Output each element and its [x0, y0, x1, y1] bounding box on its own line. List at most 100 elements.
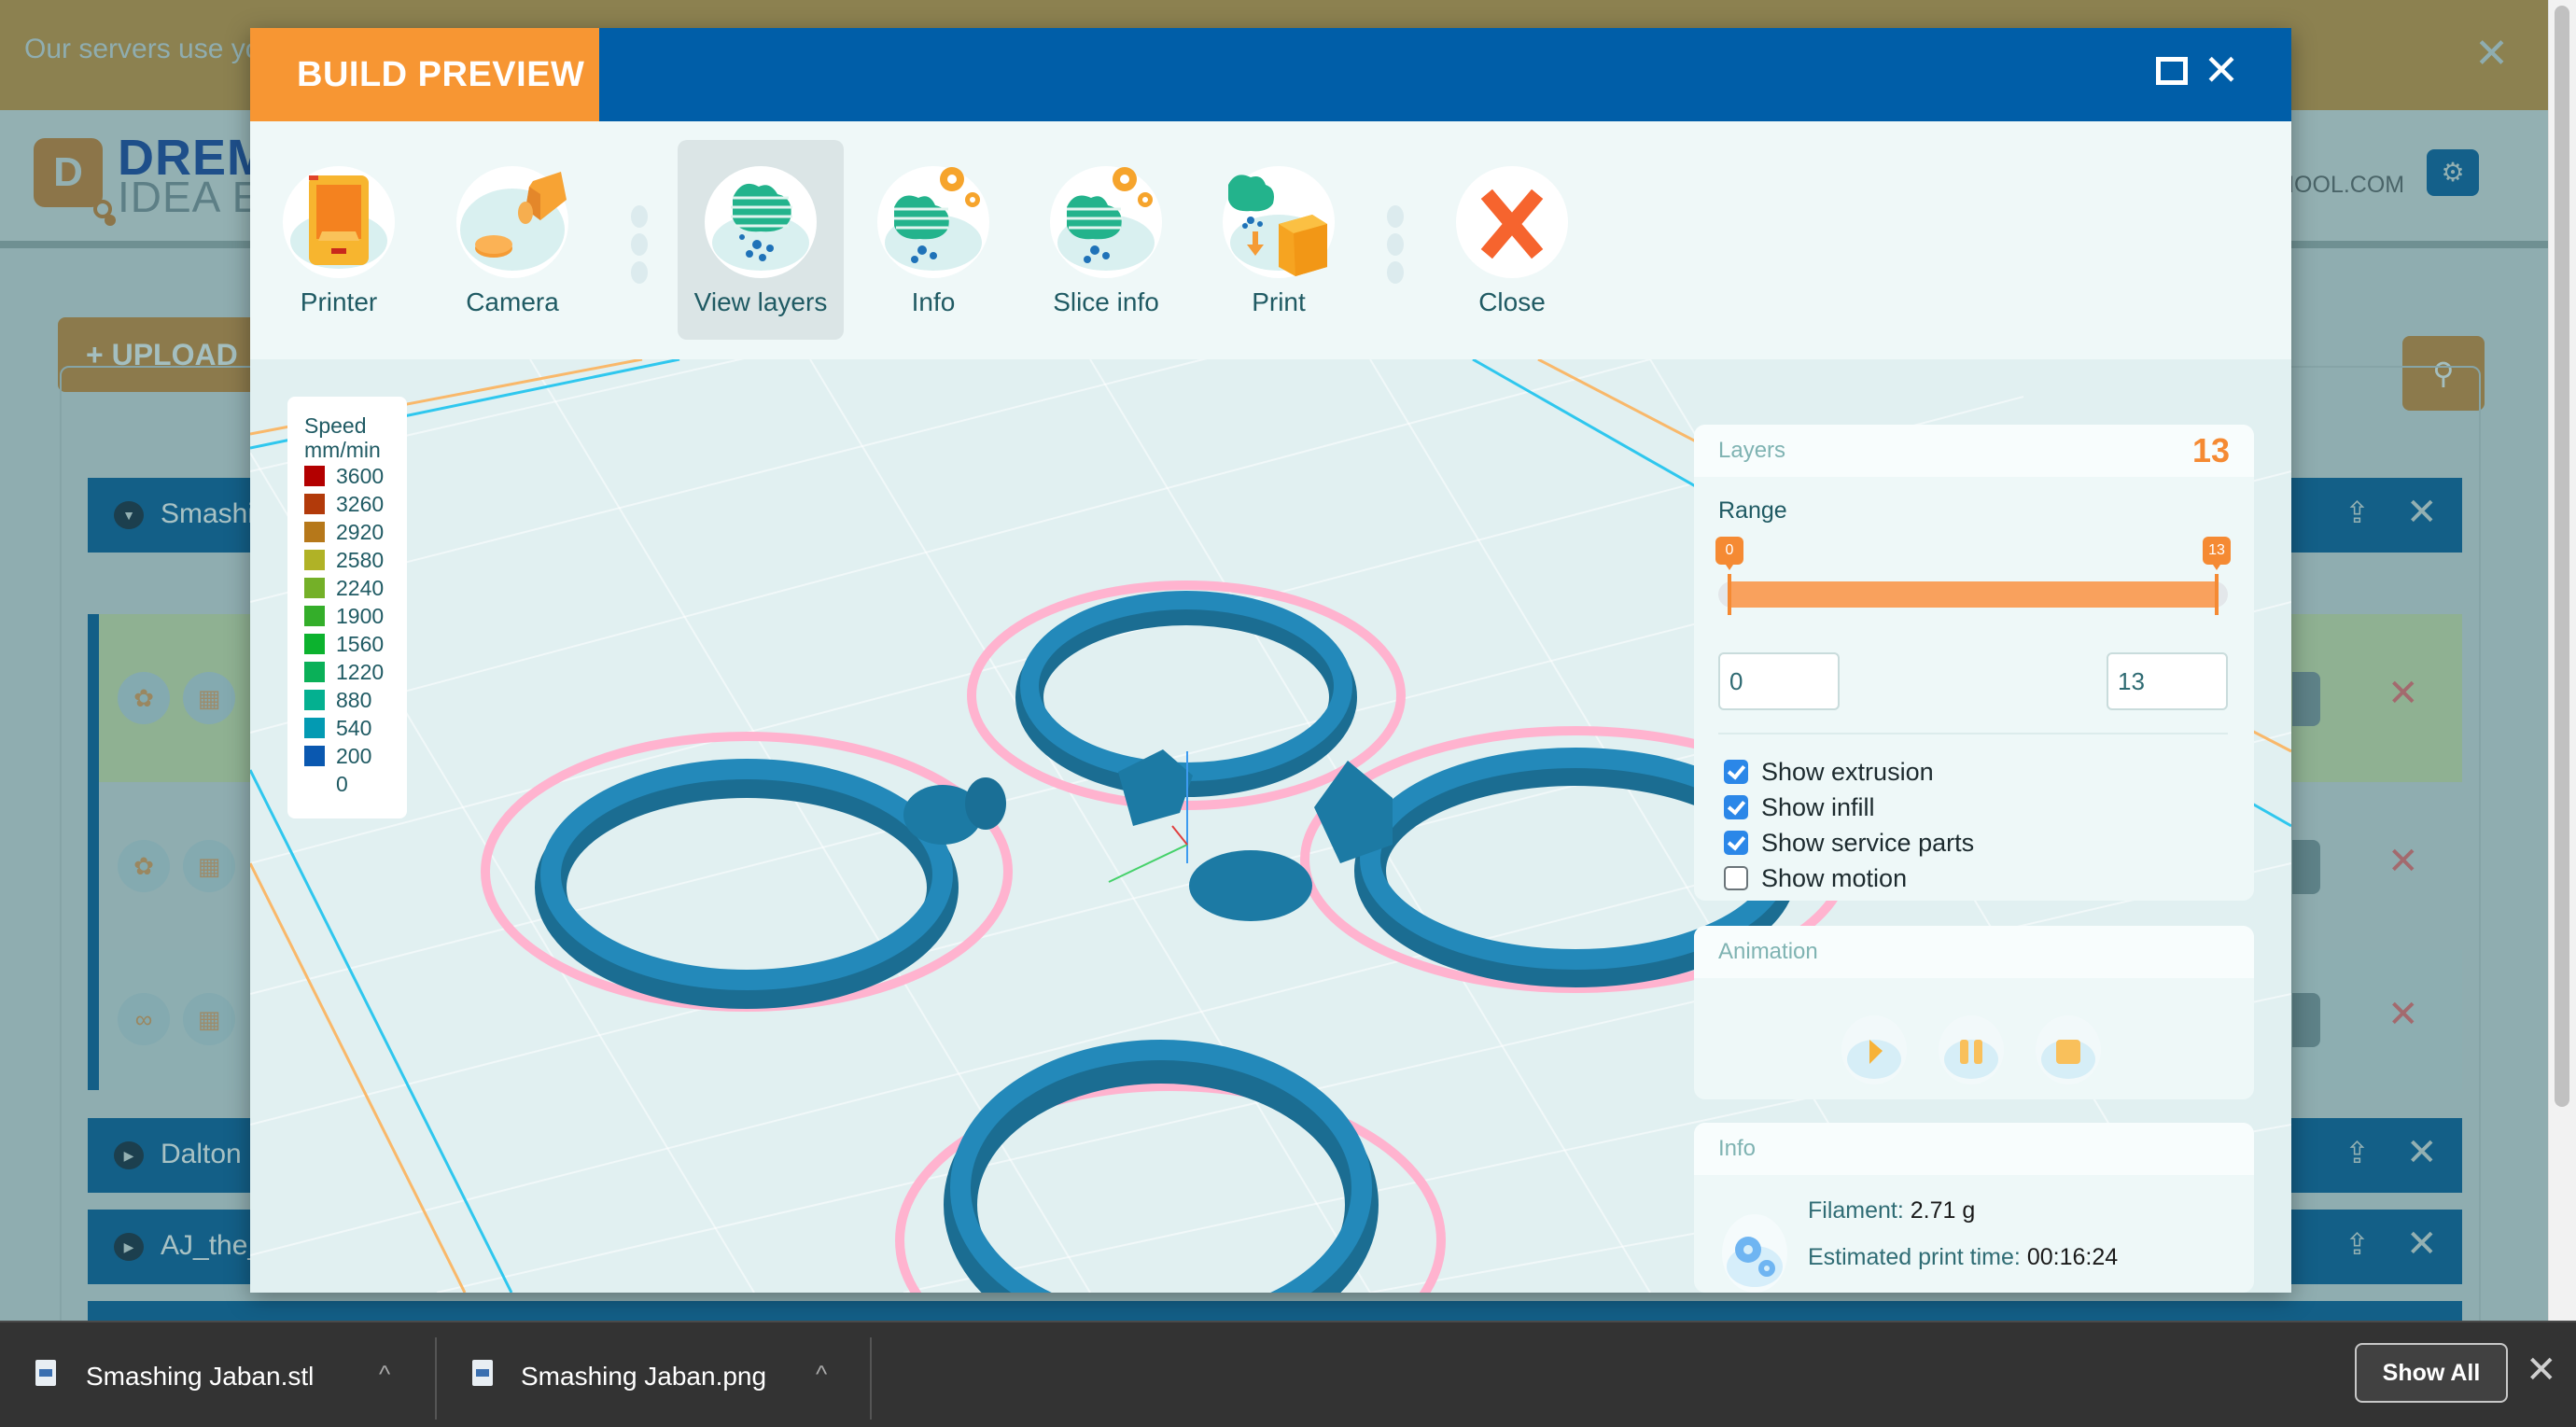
legend-swatch: [304, 466, 325, 486]
legend-value: 880: [336, 687, 372, 712]
layers-panel-header: Layers 13: [1694, 425, 2254, 477]
gcode-preview-icon[interactable]: ▦: [183, 672, 235, 724]
show-infill-checkbox[interactable]: Show infill: [1724, 790, 1875, 824]
delete-file-icon[interactable]: ✕: [2387, 993, 2419, 1036]
pause-icon: [1960, 1040, 1982, 1064]
gcode-preview-icon[interactable]: ▦: [183, 993, 235, 1045]
tool-info[interactable]: Info: [850, 140, 1016, 340]
legend-entry: 3260: [304, 490, 407, 518]
download-item[interactable]: Smashing Jaban.png ^: [435, 1322, 870, 1427]
download-item[interactable]: Smashing Jaban.stl ^: [0, 1322, 435, 1427]
checkbox[interactable]: [1724, 831, 1748, 855]
page-scrollbar[interactable]: [2548, 0, 2576, 1321]
legend-value: 1220: [336, 659, 385, 684]
checkbox[interactable]: [1724, 760, 1748, 784]
upload-icon[interactable]: ⇪: [2345, 495, 2370, 530]
checkbox[interactable]: [1724, 866, 1748, 890]
file-action-button[interactable]: [2292, 840, 2320, 894]
legend-value: 2240: [336, 575, 385, 600]
gcode-preview-icon[interactable]: ▦: [183, 840, 235, 892]
delete-icon[interactable]: ✕: [2406, 491, 2438, 534]
legend-value: 3600: [336, 463, 385, 488]
model-thumbnail-icon[interactable]: ✿: [118, 672, 170, 724]
range-handle-high[interactable]: [2215, 574, 2219, 615]
modal-title: BUILD PREVIEW: [250, 28, 599, 121]
tool-print[interactable]: Print: [1196, 140, 1362, 340]
camera-icon: [456, 166, 568, 278]
checkbox-label: Show extrusion: [1761, 757, 1934, 786]
legend-entry: 880: [304, 686, 407, 714]
upload-icon[interactable]: ⇪: [2345, 1135, 2370, 1170]
maximize-icon[interactable]: [2156, 57, 2188, 85]
animation-panel-header: Animation: [1694, 926, 2254, 978]
pause-button[interactable]: [1939, 1015, 2004, 1084]
info-panel-header: Info: [1694, 1123, 2254, 1175]
legend-unit: mm/min: [304, 438, 381, 462]
file-action-button[interactable]: [2292, 672, 2320, 726]
settings-gear-icon[interactable]: ⚙: [2427, 149, 2479, 196]
filament-info: Filament: 2.71 g: [1808, 1197, 1975, 1224]
legend-entry: 540: [304, 714, 407, 742]
tool-printer[interactable]: Printer: [256, 140, 422, 340]
tool-view-layers[interactable]: View layers: [678, 140, 844, 340]
model-thumbnail-icon[interactable]: ∞: [118, 993, 170, 1045]
range-low-input[interactable]: [1718, 652, 1840, 710]
range-label: Range: [1718, 497, 1787, 524]
view-layers-icon: [705, 166, 817, 278]
divider: [870, 1337, 872, 1420]
info-title: Info: [1718, 1136, 1757, 1161]
toolbar-separator: [1387, 205, 1404, 289]
build-preview-modal: BUILD PREVIEW ✕ Printer Camera View laye…: [250, 28, 2291, 1293]
tool-label: Info: [911, 287, 956, 316]
model-thumbnail-icon[interactable]: ✿: [118, 840, 170, 892]
tool-camera[interactable]: Camera: [429, 140, 595, 340]
tool-close[interactable]: Close: [1429, 140, 1595, 340]
delete-file-icon[interactable]: ✕: [2387, 840, 2419, 883]
show-all-button[interactable]: Show All: [2355, 1343, 2508, 1403]
cookie-close-icon[interactable]: ✕: [2474, 30, 2509, 77]
show-extrusion-checkbox[interactable]: Show extrusion: [1724, 755, 1934, 789]
checkbox[interactable]: [1724, 795, 1748, 819]
show-service-parts-checkbox[interactable]: Show service parts: [1724, 826, 1974, 860]
model-rings: [535, 591, 1797, 1293]
slice-info-gears-icon: [1050, 166, 1162, 278]
chevron-up-icon[interactable]: ^: [816, 1360, 827, 1389]
chevron-right-icon[interactable]: ▶: [114, 1233, 144, 1261]
range-high-input[interactable]: [2107, 652, 2228, 710]
account-email[interactable]: HOOL.COM: [2277, 172, 2404, 199]
show-motion-checkbox[interactable]: Show motion: [1724, 861, 1907, 895]
checkbox-label: Show service parts: [1761, 828, 1975, 857]
filament-label: Filament:: [1808, 1197, 1904, 1224]
legend-entry: 1900: [304, 602, 407, 630]
chevron-down-icon[interactable]: ▼: [114, 501, 144, 529]
upload-icon[interactable]: ⇪: [2345, 1226, 2370, 1262]
legend-swatch: [304, 774, 325, 794]
cookie-banner-text: Our servers use yo: [24, 34, 261, 64]
delete-icon[interactable]: ✕: [2406, 1223, 2438, 1266]
stop-button[interactable]: [2036, 1015, 2101, 1084]
animation-panel: Animation: [1694, 926, 2254, 1099]
close-download-bar-icon[interactable]: ✕: [2526, 1349, 2557, 1392]
3d-viewport[interactable]: Speed mm/min 3600 3260 2920 2580 2240 1900 156…: [250, 359, 2291, 1293]
layer-range-slider[interactable]: [1718, 574, 2228, 615]
legend-swatch: [304, 746, 325, 766]
scrollbar-thumb[interactable]: [2555, 6, 2569, 1107]
chevron-right-icon[interactable]: ▶: [114, 1141, 144, 1169]
delete-icon[interactable]: ✕: [2406, 1131, 2438, 1174]
delete-file-icon[interactable]: ✕: [2387, 672, 2419, 715]
speed-legend: Speed mm/min 3600 3260 2920 2580 2240 1900 156…: [287, 397, 407, 818]
info-gears-icon: [877, 166, 989, 278]
stop-icon: [2056, 1040, 2080, 1064]
legend-entry: 200: [304, 742, 407, 770]
toolbar: Printer Camera View layers Info Slice in…: [250, 121, 2291, 359]
chevron-up-icon[interactable]: ^: [379, 1360, 390, 1389]
play-button[interactable]: [1841, 1015, 1907, 1084]
range-high-badge[interactable]: 13: [2203, 537, 2231, 570]
file-action-button[interactable]: [2292, 993, 2320, 1047]
range-low-badge[interactable]: 0: [1715, 537, 1743, 570]
range-handle-low[interactable]: [1728, 574, 1731, 615]
legend-entry: 3600: [304, 462, 407, 490]
tool-slice-info[interactable]: Slice info: [1023, 140, 1189, 340]
legend-swatch: [304, 662, 325, 682]
close-icon[interactable]: ✕: [2203, 47, 2240, 93]
